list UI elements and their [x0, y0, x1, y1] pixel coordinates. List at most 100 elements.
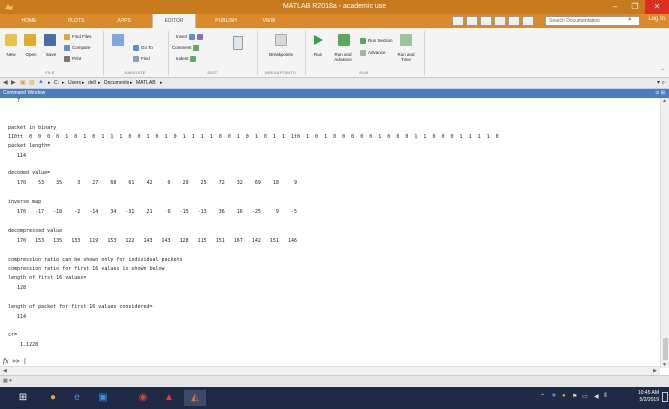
tab-home[interactable]: HOME: [12, 14, 46, 28]
open-folder-icon[interactable]: [24, 34, 36, 46]
output-line: packet in binary: [8, 125, 57, 131]
quick-access-paste-icon[interactable]: [494, 16, 506, 26]
ribbon-tabs: HOME PLOTS APPS EDITOR PUBLISH VIEW Sear…: [0, 14, 669, 28]
output-line: cr=: [8, 332, 18, 338]
edge-icon[interactable]: e: [66, 390, 88, 406]
horizontal-scrollbar[interactable]: ◀ ▶: [0, 366, 660, 375]
window-options-icon[interactable]: ⊙ ⊞: [655, 89, 665, 98]
run-and-time-button[interactable]: Run and Time: [393, 52, 419, 62]
scroll-down-icon[interactable]: ▼: [662, 362, 667, 368]
print-button[interactable]: Print: [64, 56, 81, 62]
breakpoints-button[interactable]: Breakpoints: [262, 52, 300, 57]
status-bar: ▦ ▾: [0, 375, 669, 387]
editor-page-icon[interactable]: [233, 36, 243, 50]
indent-button[interactable]: Indent: [176, 56, 198, 62]
log-in-link[interactable]: Log In: [648, 16, 665, 22]
battery-icon[interactable]: ▭: [582, 393, 588, 400]
file-explorer-icon[interactable]: ▣: [92, 390, 114, 406]
tab-plots[interactable]: PLOTS: [58, 14, 94, 28]
breadcrumb-arrow-icon: ▸: [82, 80, 85, 86]
quick-access-copy-icon[interactable]: [480, 16, 492, 26]
breadcrumb-documents[interactable]: Documents: [104, 80, 129, 86]
tab-view[interactable]: VIEW: [254, 14, 284, 28]
collapse-ribbon-icon[interactable]: ⌃: [660, 68, 665, 75]
network-icon[interactable]: ʬ: [604, 393, 607, 399]
breakpoints-icon[interactable]: [275, 34, 287, 46]
scroll-right-icon[interactable]: ▶: [653, 368, 657, 374]
find-files-button[interactable]: Find Files: [64, 34, 92, 40]
find-button[interactable]: Find: [133, 56, 150, 62]
breadcrumb-dell[interactable]: dell: [88, 80, 96, 86]
back-arrow-icon[interactable]: ◀: [3, 79, 8, 86]
insert-button[interactable]: Insert: [176, 34, 205, 40]
open-button[interactable]: Open: [22, 52, 40, 57]
firefox-icon[interactable]: ●: [42, 390, 64, 406]
save-button[interactable]: Save: [42, 52, 60, 57]
insert-icon: [188, 34, 195, 40]
output-line: compression ratio can be shown only for …: [8, 257, 183, 263]
output-line: 170 -17 -18 -2 -14 34 -31 21 0 -15 -13 3…: [8, 209, 297, 215]
run-section-button[interactable]: Run Section: [360, 38, 393, 44]
folder-search-icon[interactable]: ▾ ⌕: [657, 79, 665, 87]
tab-editor[interactable]: EDITOR: [152, 14, 196, 28]
breadcrumb-matlab[interactable]: MATLAB: [136, 80, 156, 86]
scroll-left-icon[interactable]: ◀: [3, 368, 7, 374]
run-and-time-icon[interactable]: [400, 34, 412, 46]
scrollbar-thumb[interactable]: [663, 338, 668, 360]
minimize-button[interactable]: –: [605, 0, 625, 14]
tray-flag-icon[interactable]: ⚑: [572, 393, 577, 400]
output-line: 114: [8, 153, 27, 159]
search-documentation-input[interactable]: Search Documentation: [545, 16, 640, 26]
forward-arrow-icon[interactable]: ▶: [11, 79, 16, 86]
up-folder-icon[interactable]: ▲: [38, 79, 44, 85]
matlab-taskbar-icon[interactable]: ◭: [184, 390, 206, 406]
compare-button[interactable]: Compare: [64, 45, 91, 51]
vertical-scrollbar[interactable]: ▲ ▼: [660, 98, 669, 368]
output-line: decoded value=: [8, 170, 51, 176]
save-icon[interactable]: [44, 34, 56, 46]
function-browser-icon[interactable]: fx: [3, 358, 9, 365]
comment-button[interactable]: Comment: [172, 45, 201, 51]
new-button[interactable]: New: [2, 52, 20, 57]
breadcrumb-users[interactable]: Users: [68, 80, 81, 86]
chrome-icon[interactable]: ◉: [132, 390, 154, 406]
editor-ribbon: New Open Save Find Files Compare Print F…: [0, 28, 669, 78]
breadcrumb-arrow-icon: ▸: [48, 80, 51, 86]
tray-app-icon[interactable]: ●: [562, 393, 566, 399]
tab-publish[interactable]: PUBLISH: [204, 14, 248, 28]
ribbon-separator: [257, 31, 258, 75]
run-button[interactable]: Run: [308, 52, 328, 57]
tray-app-icon[interactable]: ■: [552, 393, 556, 399]
output-line: packet length=: [8, 143, 51, 149]
taskbar-clock[interactable]: 10:45 AM 5/2/2019: [638, 390, 659, 404]
quick-access-help-icon[interactable]: [522, 16, 534, 26]
run-and-advance-button[interactable]: Run and Advance: [330, 52, 356, 62]
ribbon-separator: [103, 31, 104, 75]
output-line: 1.1228: [8, 342, 39, 348]
quick-access-cut-icon[interactable]: [466, 16, 478, 26]
search-icon[interactable]: ⌕: [628, 16, 632, 24]
run-icon[interactable]: [312, 34, 324, 46]
maximize-button[interactable]: ❐: [625, 0, 645, 14]
quick-access-save-icon[interactable]: [452, 16, 464, 26]
tab-apps[interactable]: APPS: [106, 14, 142, 28]
notification-icon[interactable]: [662, 392, 668, 402]
advance-button[interactable]: Advance: [360, 50, 386, 56]
pdf-reader-icon[interactable]: ▲: [158, 390, 180, 406]
scroll-up-icon[interactable]: ▲: [662, 98, 667, 104]
run-and-advance-icon[interactable]: [338, 34, 350, 46]
breadcrumb-drive[interactable]: C:: [54, 80, 59, 86]
volume-icon[interactable]: ◀: [594, 393, 599, 400]
ribbon-separator: [305, 31, 306, 75]
go-to-button[interactable]: Go To: [133, 45, 153, 51]
command-window[interactable]: 7 packet in binary 110tt 0 0 0 0 1 0 1 0…: [0, 98, 660, 366]
new-file-icon[interactable]: [5, 34, 17, 46]
folder-icon[interactable]: ▣: [20, 79, 26, 86]
quick-access-undo-icon[interactable]: [508, 16, 520, 26]
navigate-icon[interactable]: [112, 34, 124, 46]
tray-arrow-icon[interactable]: ⌃: [540, 393, 545, 400]
command-prompt[interactable]: fx >> |: [3, 358, 27, 365]
windows-start-icon[interactable]: ⊞: [12, 390, 34, 406]
close-button[interactable]: ✕: [645, 0, 669, 14]
browse-folder-icon[interactable]: ▤: [29, 79, 35, 86]
